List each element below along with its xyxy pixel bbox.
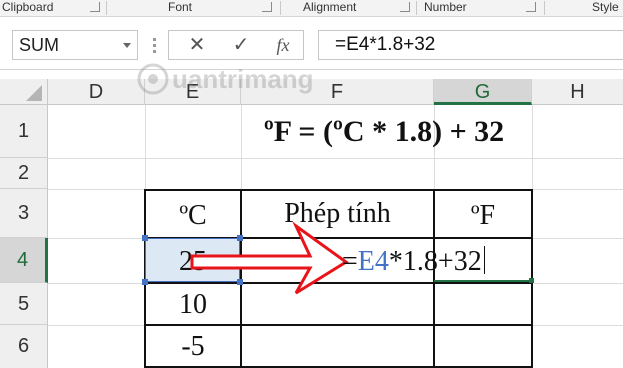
red-arrow-annotation xyxy=(190,221,349,295)
insert-function-icon[interactable]: fx xyxy=(263,31,303,59)
row-header-6[interactable]: 6 xyxy=(0,325,48,368)
column-header-h[interactable]: H xyxy=(532,79,623,105)
name-box-value: SUM xyxy=(19,35,59,55)
ribbon-divider xyxy=(416,1,417,15)
watermark-logo-icon xyxy=(137,63,169,95)
ribbon-group-font: Font xyxy=(168,0,193,14)
number-launcher-icon[interactable] xyxy=(526,2,536,12)
gridline xyxy=(48,158,623,159)
formula-bar-resize-handle[interactable] xyxy=(153,38,157,56)
cancel-icon[interactable]: ✕ xyxy=(177,31,217,59)
font-launcher-icon[interactable] xyxy=(262,2,272,12)
ribbon-group-bar: Clipboard Font Alignment Number Style xyxy=(0,0,623,17)
column-header-d[interactable]: D xyxy=(48,79,145,105)
select-all-corner[interactable] xyxy=(0,79,48,105)
cell-g3-fahrenheit-header[interactable]: ºF xyxy=(435,191,531,237)
row-header-1[interactable]: 1 xyxy=(0,105,48,158)
row-header-4[interactable]: 4 xyxy=(0,238,48,283)
name-box[interactable]: SUM xyxy=(12,30,138,60)
watermark: uantrimang xyxy=(136,60,336,100)
alignment-launcher-icon[interactable] xyxy=(400,2,410,12)
clipboard-launcher-icon[interactable] xyxy=(90,2,100,12)
edit-reference-e4: E4 xyxy=(357,246,389,277)
ribbon-group-clipboard: Clipboard xyxy=(2,0,54,14)
edit-equals: = xyxy=(342,246,358,277)
ribbon-group-alignment: Alignment xyxy=(303,0,357,14)
ribbon-divider xyxy=(544,1,545,15)
watermark-text: uantrimang xyxy=(172,64,314,94)
ribbon-group-styles: Style xyxy=(592,0,619,14)
row-header-5[interactable]: 5 xyxy=(0,283,48,325)
ribbon-group-number: Number xyxy=(424,0,467,14)
formula-input[interactable]: =E4*1.8+32 xyxy=(318,30,623,60)
cell-title-formula[interactable]: ºF = (ºC * 1.8) + 32 xyxy=(146,105,622,158)
enter-check-icon[interactable]: ✓ xyxy=(221,31,261,59)
select-all-triangle-icon xyxy=(26,85,42,101)
edit-expression-rest: *1.8+32 xyxy=(388,246,482,277)
cell-e6[interactable]: -5 xyxy=(146,326,240,366)
formula-buttons: ✕ ✓ fx xyxy=(168,30,304,60)
column-header-g[interactable]: G xyxy=(434,79,532,105)
fill-handle[interactable] xyxy=(529,278,534,283)
text-cursor xyxy=(483,246,485,274)
ribbon-divider xyxy=(106,1,107,15)
ribbon-divider xyxy=(280,1,281,15)
name-box-dropdown-icon[interactable] xyxy=(123,43,131,48)
row-header-2[interactable]: 2 xyxy=(0,158,48,189)
row-header-3[interactable]: 3 xyxy=(0,189,48,238)
cell-g4-edit-text[interactable]: =E4*1.8+32 xyxy=(342,239,485,282)
